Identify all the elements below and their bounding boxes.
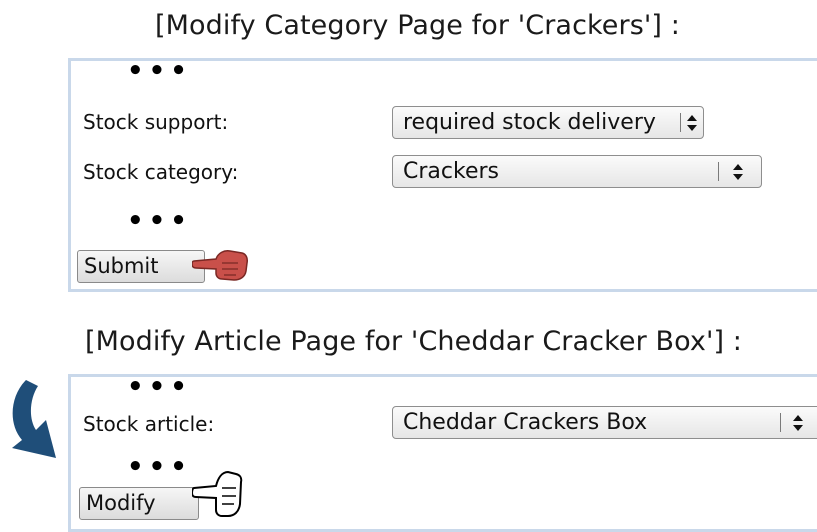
pointing-hand-icon (192, 250, 248, 281)
chevron-up-down-icon (733, 164, 743, 180)
stock-category-label: Stock category: (83, 160, 239, 184)
stock-article-select[interactable]: Cheddar Crackers Box (392, 406, 817, 439)
ellipsis-middle: ••• (127, 452, 192, 482)
stock-support-label: Stock support: (83, 110, 229, 134)
ellipsis-top: ••• (127, 372, 192, 402)
stock-article-value: Cheddar Crackers Box (403, 410, 648, 435)
stock-category-select[interactable]: Crackers (392, 155, 762, 188)
pointing-hand-outline-icon (192, 470, 243, 517)
category-form-panel: ••• Stock support: required stock delive… (68, 58, 817, 292)
stock-article-label: Stock article: (83, 412, 215, 436)
ellipsis-top: ••• (127, 56, 192, 86)
top-caption: [Modify Category Page for 'Crackers'] : (155, 10, 680, 41)
stock-support-select[interactable]: required stock delivery (392, 106, 704, 139)
modify-button[interactable]: Modify (79, 487, 199, 520)
stock-category-value: Crackers (403, 159, 499, 184)
chevron-up-down-icon (687, 115, 697, 131)
curved-arrow-icon (12, 380, 56, 458)
chevron-up-down-icon (793, 415, 803, 431)
ellipsis-middle: ••• (127, 206, 192, 236)
stock-support-value: required stock delivery (403, 110, 656, 135)
submit-button[interactable]: Submit (77, 250, 205, 283)
article-form-panel: ••• Stock article: Cheddar Crackers Box … (68, 374, 817, 532)
bottom-caption: [Modify Article Page for 'Cheddar Cracke… (85, 326, 742, 357)
